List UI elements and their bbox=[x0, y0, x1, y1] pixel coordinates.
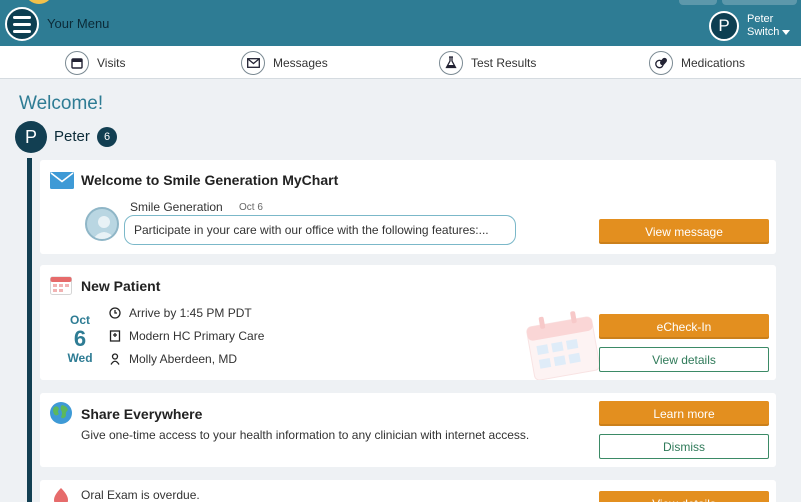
top-tab[interactable] bbox=[722, 0, 797, 5]
nav-label: Medications bbox=[681, 55, 746, 70]
view-details-button[interactable]: View details bbox=[599, 347, 769, 372]
arrival-row: Arrive by 1:45 PM PDT bbox=[109, 306, 252, 320]
nav-label: Test Results bbox=[471, 55, 537, 70]
hamburger-icon bbox=[13, 15, 31, 19]
caret-down-icon bbox=[782, 29, 791, 35]
envelope-icon bbox=[50, 172, 74, 189]
logo-icon bbox=[26, 0, 52, 4]
user-name: Peter bbox=[747, 13, 774, 25]
patient-avatar: P bbox=[15, 121, 47, 153]
calendar-illustration-icon bbox=[526, 311, 601, 380]
menu-label[interactable]: Your Menu bbox=[47, 16, 109, 31]
card-title: New Patient bbox=[81, 278, 161, 294]
envelope-icon bbox=[241, 50, 265, 75]
date-weekday: Wed bbox=[67, 351, 93, 365]
hamburger-icon bbox=[13, 29, 31, 33]
header-bar: Your Menu P Peter Switch bbox=[0, 0, 801, 46]
share-everywhere-card: Share Everywhere Give one-time access to… bbox=[40, 393, 776, 467]
arrival-time: Arrive by 1:45 PM PDT bbox=[129, 306, 252, 320]
location-row: Modern HC Primary Care bbox=[109, 329, 264, 343]
tooth-alert-icon bbox=[54, 488, 68, 502]
appointment-date: Oct 6 Wed bbox=[62, 313, 98, 365]
provider-row: Molly Aberdeen, MD bbox=[109, 352, 237, 366]
message-card: Welcome to Smile Generation MyChart Smil… bbox=[40, 160, 776, 254]
user-switch-button[interactable]: P Peter Switch bbox=[709, 9, 797, 43]
dismiss-button[interactable]: Dismiss bbox=[599, 434, 769, 459]
date-day: 6 bbox=[73, 326, 87, 351]
overdue-card: Oral Exam is overdue. View details bbox=[40, 480, 776, 502]
nav-label: Visits bbox=[97, 55, 126, 70]
sender-name: Smile Generation bbox=[130, 200, 223, 214]
overdue-view-details-button[interactable]: View details bbox=[599, 491, 769, 502]
patient-name: Peter bbox=[54, 128, 90, 145]
welcome-heading: Welcome! bbox=[19, 93, 104, 114]
switch-label: Switch bbox=[747, 26, 780, 38]
view-message-button[interactable]: View message bbox=[599, 219, 769, 244]
echeck-in-button[interactable]: eCheck-In bbox=[599, 314, 769, 339]
overdue-text: Oral Exam is overdue. bbox=[81, 488, 200, 502]
user-avatar: P bbox=[709, 11, 739, 41]
location-name: Modern HC Primary Care bbox=[129, 329, 265, 343]
calendar-icon bbox=[50, 276, 72, 295]
provider-icon bbox=[110, 353, 120, 365]
card-title: Welcome to Smile Generation MyChart bbox=[81, 172, 339, 188]
nav-medications[interactable]: Medications bbox=[649, 50, 745, 75]
appointment-card: New Patient Oct 6 Wed Arrive by 1:45 PM … bbox=[40, 265, 776, 380]
flask-icon bbox=[439, 50, 463, 75]
card-description: Give one-time access to your health info… bbox=[81, 428, 530, 442]
building-icon bbox=[109, 330, 121, 342]
nav-label: Messages bbox=[273, 55, 328, 70]
message-date: Oct 6 bbox=[239, 202, 263, 213]
provider-name: Molly Aberdeen, MD bbox=[129, 352, 238, 366]
nav-test-results[interactable]: Test Results bbox=[439, 50, 536, 75]
date-month: Oct bbox=[69, 313, 90, 327]
notification-count-badge: 6 bbox=[97, 127, 117, 147]
message-preview[interactable]: Participate in your care with our office… bbox=[124, 215, 516, 245]
nav-visits[interactable]: Visits bbox=[65, 50, 125, 75]
nav-messages[interactable]: Messages bbox=[241, 50, 328, 75]
menu-button[interactable] bbox=[5, 7, 39, 41]
hamburger-icon bbox=[13, 22, 31, 26]
clock-icon bbox=[109, 307, 121, 319]
top-tab[interactable] bbox=[679, 0, 717, 5]
card-title: Share Everywhere bbox=[81, 406, 203, 422]
timeline-bar bbox=[27, 158, 32, 502]
calendar-icon bbox=[65, 50, 89, 75]
globe-icon bbox=[50, 402, 72, 424]
quick-nav: Visits Messages Test Results Medications bbox=[0, 46, 801, 79]
sender-avatar bbox=[85, 207, 119, 241]
learn-more-button[interactable]: Learn more bbox=[599, 401, 769, 426]
pill-icon bbox=[649, 50, 673, 75]
